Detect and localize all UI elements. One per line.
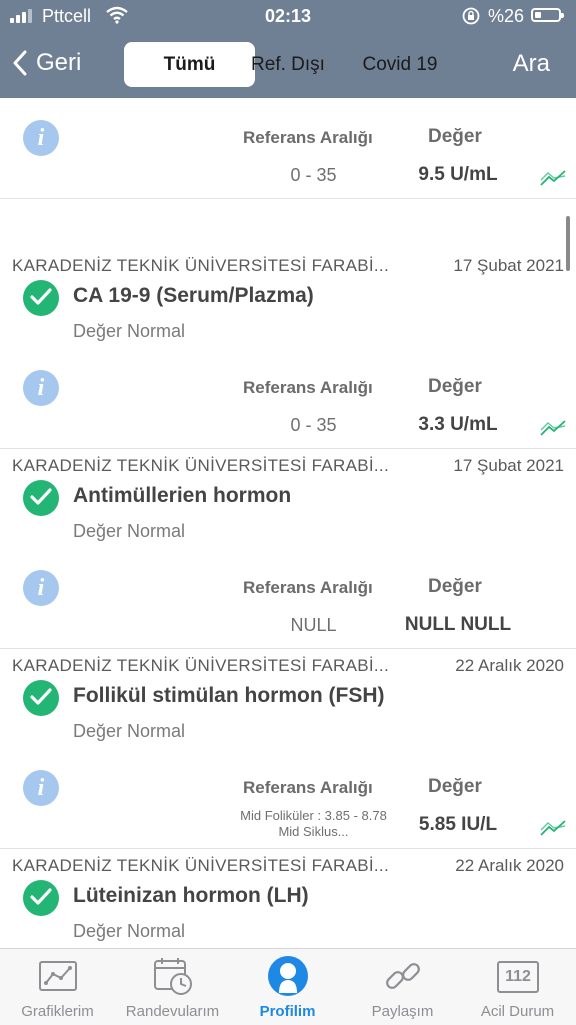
- test-name: CA 19-9 (Serum/Plazma): [73, 284, 314, 307]
- info-icon[interactable]: i: [23, 370, 59, 406]
- tab-label: Randevularım: [125, 1003, 220, 1020]
- navigation-bar: Geri Tümü Ref. Dışı Covid 19 Ara: [0, 34, 576, 98]
- tab-label: Grafiklerim: [21, 1003, 94, 1020]
- calendar-clock-icon: [154, 958, 192, 995]
- trend-icon[interactable]: [540, 418, 566, 438]
- check-icon: [23, 480, 59, 516]
- link-icon: [386, 963, 420, 989]
- check-icon: [23, 680, 59, 716]
- rotation-lock-icon: [462, 7, 480, 25]
- tab-label: Acil Durum: [480, 1003, 555, 1020]
- result-card[interactable]: KARADENİZ TEKNİK ÜNİVERSİTESİ FARABİ... 2…: [0, 848, 576, 948]
- result-card[interactable]: KARADENİZ TEKNİK ÜNİVERSİTESİ FARABİ... 1…: [0, 448, 576, 649]
- check-icon: [23, 280, 59, 316]
- emergency-number: 112: [505, 968, 531, 985]
- tab-out-of-range[interactable]: Ref. Dışı: [244, 42, 332, 87]
- tab-covid[interactable]: Covid 19: [352, 42, 448, 87]
- hospital-name: KARADENİZ TEKNİK ÜNİVERSİTESİ FARABİ...: [12, 456, 389, 475]
- hospital-name: KARADENİZ TEKNİK ÜNİVERSİTESİ FARABİ...: [12, 856, 389, 875]
- reference-range: NULL: [290, 615, 337, 635]
- result-status: Değer Normal: [73, 321, 186, 341]
- chart-icon: [39, 961, 77, 991]
- battery-icon: [531, 8, 564, 22]
- test-name: Antimüllerien hormon: [73, 484, 292, 507]
- result-date: 17 Şubat 2021: [453, 456, 564, 475]
- tab-profilim[interactable]: Profilim: [230, 949, 345, 1025]
- reference-range-header: Referans Aralığı: [243, 378, 373, 397]
- check-icon: [23, 880, 59, 916]
- back-label: Geri: [36, 49, 82, 76]
- trend-icon[interactable]: [540, 818, 566, 838]
- info-icon[interactable]: i: [23, 120, 59, 156]
- result-card[interactable]: CA 125 (Serum/Plazma)Değer NormaliRefera…: [0, 98, 576, 199]
- result-value: 3.3 U/mL: [418, 414, 498, 435]
- reference-range-header: Referans Aralığı: [243, 128, 373, 147]
- test-name: Follikül stimülan hormon (FSH): [73, 684, 385, 707]
- test-name: Lüteinizan hormon (LH): [73, 884, 309, 907]
- hospital-name: KARADENİZ TEKNİK ÜNİVERSİTESİ FARABİ...: [12, 256, 389, 275]
- result-date: 17 Şubat 2021: [453, 256, 564, 275]
- hospital-name: KARADENİZ TEKNİK ÜNİVERSİTESİ FARABİ...: [12, 656, 389, 675]
- status-bar: Pttcell 02:13 %26: [0, 0, 576, 34]
- reference-range-header: Referans Aralığı: [243, 578, 373, 597]
- tab-acil-durum[interactable]: 112 Acil Durum: [460, 949, 575, 1025]
- back-button[interactable]: Geri: [12, 49, 81, 77]
- tab-paylasim[interactable]: Paylaşım: [345, 949, 460, 1025]
- person-icon: [268, 956, 308, 996]
- value-header: Değer: [428, 126, 482, 147]
- tab-label: Profilim: [259, 1003, 316, 1020]
- result-status: Değer Normal: [73, 721, 186, 741]
- result-status: Değer Normal: [73, 521, 186, 541]
- scrollbar[interactable]: [566, 216, 570, 271]
- tab-all[interactable]: Tümü: [124, 42, 255, 87]
- search-button[interactable]: Ara: [513, 50, 550, 78]
- chevron-left-icon: [13, 50, 27, 76]
- value-header: Değer: [428, 376, 482, 397]
- reference-range: 0 - 35: [290, 415, 337, 435]
- tab-label: Paylaşım: [371, 1003, 434, 1020]
- emergency-112-icon: 112: [497, 961, 539, 993]
- trend-icon[interactable]: [540, 168, 566, 188]
- result-card[interactable]: KARADENİZ TEKNİK ÜNİVERSİTESİ FARABİ... 1…: [0, 248, 576, 449]
- tab-grafiklerim[interactable]: Grafiklerim: [0, 949, 115, 1025]
- tab-bar: Grafiklerim Randevularım Profilim Paylaş…: [0, 948, 576, 1025]
- result-value: 5.85 IU/L: [418, 814, 498, 835]
- result-date: 22 Aralık 2020: [455, 856, 564, 875]
- info-icon[interactable]: i: [23, 570, 59, 606]
- value-header: Değer: [428, 776, 482, 797]
- reference-range-header: Referans Aralığı: [243, 778, 373, 797]
- results-list[interactable]: CA 125 (Serum/Plazma)Değer NormaliRefera…: [0, 98, 576, 948]
- tab-randevularim[interactable]: Randevularım: [115, 949, 230, 1025]
- result-date: 22 Aralık 2020: [455, 656, 564, 675]
- result-status: Değer Normal: [73, 921, 186, 941]
- reference-range: 0 - 35: [290, 165, 337, 185]
- result-value: NULL NULL: [404, 614, 512, 635]
- info-icon[interactable]: i: [23, 770, 59, 806]
- battery-percent: %26: [488, 6, 525, 26]
- result-value: 9.5 U/mL: [418, 164, 498, 185]
- result-card[interactable]: KARADENİZ TEKNİK ÜNİVERSİTESİ FARABİ... 2…: [0, 648, 576, 849]
- value-header: Değer: [428, 576, 482, 597]
- reference-range: Mid Foliküler : 3.85 - 8.78 Mid Siklus..…: [240, 808, 387, 839]
